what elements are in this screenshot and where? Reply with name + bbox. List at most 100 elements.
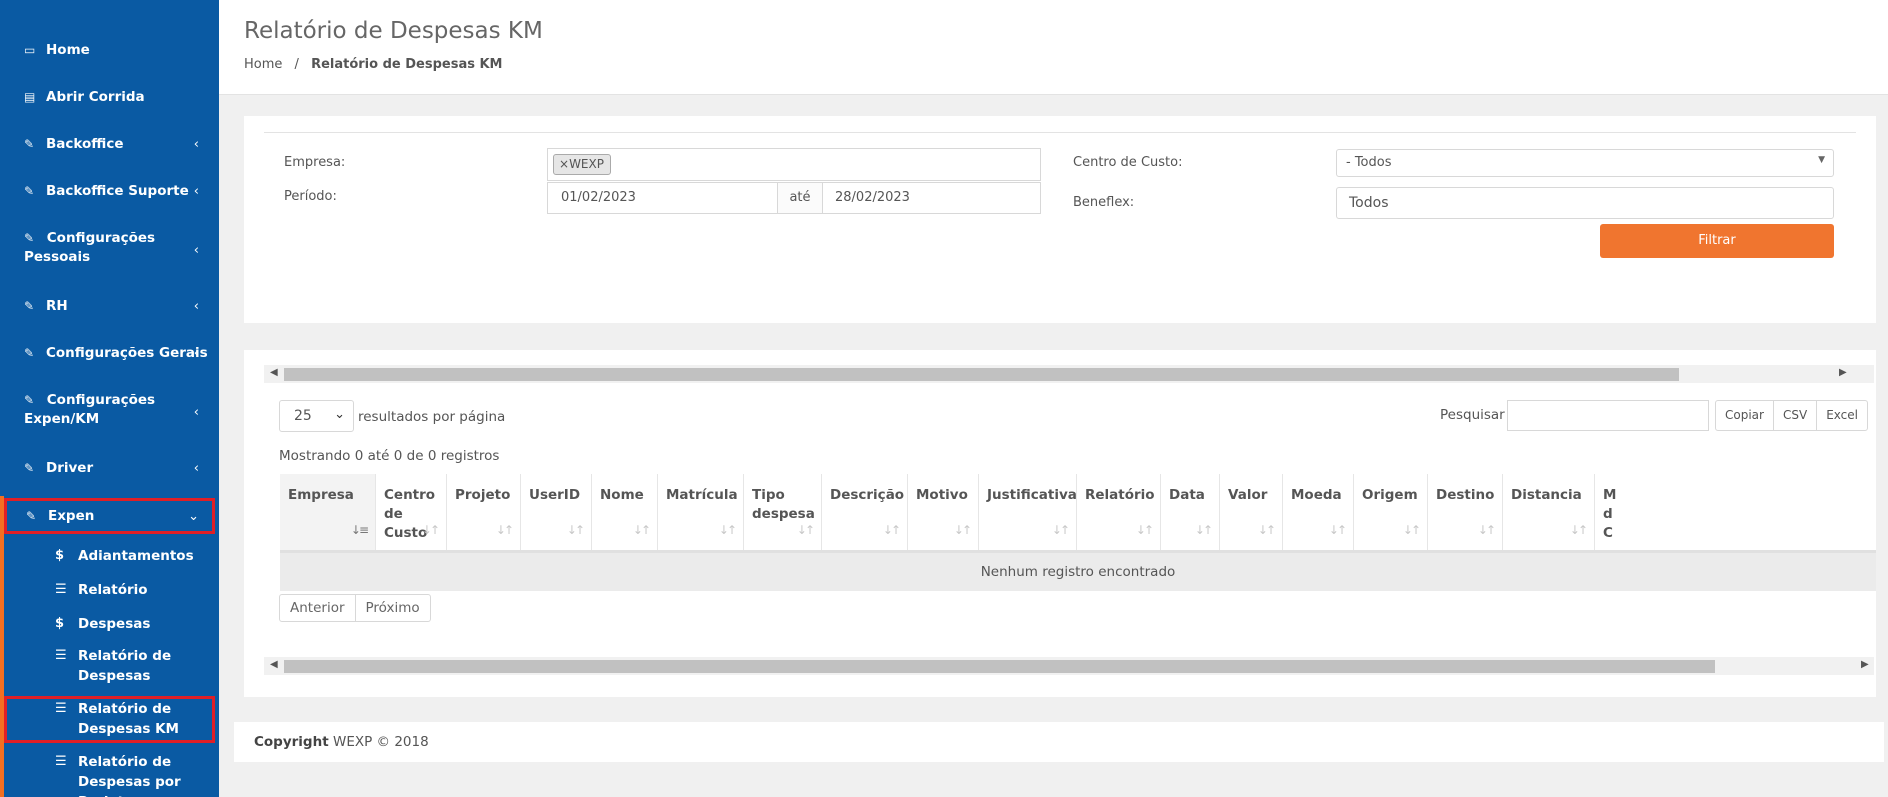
- sidebar-item-configuracoes-expen-km[interactable]: ✎ Configurações Expen/KM ‹: [0, 391, 219, 431]
- sidebar-item-label: Expen: [48, 508, 95, 524]
- scroll-left-icon[interactable]: ◀: [270, 367, 278, 378]
- breadcrumb-separator: /: [294, 57, 299, 72]
- col-header-userid[interactable]: UserID ↓↑: [521, 474, 592, 550]
- col-header-matricula[interactable]: Matrícula ↓↑: [658, 474, 744, 550]
- col-label-line2: despesa: [752, 506, 815, 522]
- sort-icon: ↓↑: [718, 523, 737, 537]
- col-header-distancia[interactable]: Distancia ↓↑: [1503, 474, 1595, 550]
- scrollbar-thumb[interactable]: [284, 368, 1679, 381]
- chevron-left-icon: ‹: [193, 136, 199, 152]
- scroll-right-icon[interactable]: ▶: [1861, 659, 1869, 670]
- breadcrumb: Home / Relatório de Despesas KM: [244, 57, 503, 72]
- sort-icon: ↓↑: [882, 523, 901, 537]
- periodo-start-input[interactable]: 01/02/2023: [547, 182, 778, 214]
- sidebar-item-label: Configurações: [46, 230, 156, 246]
- sidebar-subitem-label: Relatório: [78, 582, 148, 598]
- sidebar-item-label: RH: [46, 298, 68, 314]
- sidebar-item-backoffice[interactable]: ✎ Backoffice ‹: [0, 134, 219, 154]
- periodo-end-input[interactable]: 28/02/2023: [822, 182, 1041, 214]
- sidebar-subitem-relatorio[interactable]: ☰ Relatório: [0, 580, 219, 600]
- col-label-line3: Custo: [384, 525, 428, 541]
- page-size-suffix: resultados por página: [358, 409, 506, 425]
- col-header-motivo[interactable]: Motivo ↓↑: [908, 474, 979, 550]
- sort-icon: ↓↑: [796, 523, 815, 537]
- col-header-partial[interactable]: M d C: [1595, 474, 1655, 550]
- col-header-destino[interactable]: Destino ↓↑: [1428, 474, 1503, 550]
- centro-custo-select[interactable]: - Todos ▼: [1336, 149, 1834, 177]
- sidebar-item-rh[interactable]: ✎ RH ‹: [0, 296, 219, 316]
- col-header-centro-custo[interactable]: Centro de Custo ↓↑: [376, 474, 447, 550]
- col-header-projeto[interactable]: Projeto ↓↑: [447, 474, 521, 550]
- sort-icon: ↓↑: [1569, 523, 1588, 537]
- col-header-relatorio[interactable]: Relatório ↓↑: [1077, 474, 1161, 550]
- sidebar-item-label-line2: Expen/KM: [24, 411, 100, 427]
- empresa-label: Empresa:: [284, 155, 346, 170]
- col-label-line3: C: [1603, 525, 1613, 541]
- excel-button[interactable]: Excel: [1816, 401, 1867, 430]
- col-header-data[interactable]: Data ↓↑: [1161, 474, 1220, 550]
- chevron-left-icon: ‹: [193, 460, 199, 476]
- col-label: Data: [1169, 487, 1205, 503]
- scroll-right-icon[interactable]: ▶: [1839, 367, 1847, 378]
- horizontal-scrollbar-top[interactable]: ◀ ▶: [264, 365, 1874, 383]
- filter-panel: Empresa: ×WEXP Período: 01/02/2023 até 2…: [244, 116, 1876, 323]
- sidebar-item-backoffice-suporte[interactable]: ✎ Backoffice Suporte ‹: [0, 181, 219, 201]
- col-label: Matrícula: [666, 487, 738, 503]
- sidebar-item-configuracoes-gerais[interactable]: ✎ Configurações Gerais ‹: [0, 343, 219, 363]
- col-header-valor[interactable]: Valor ↓↑: [1220, 474, 1283, 550]
- sidebar-subitem-relatorio-despesas[interactable]: ☰ Relatório de Despesas: [0, 646, 219, 686]
- col-label: Justificativa: [987, 487, 1077, 503]
- col-header-moeda[interactable]: Moeda ↓↑: [1283, 474, 1354, 550]
- page-size-select[interactable]: 25 ⌄: [279, 400, 354, 432]
- col-header-tipo-despesa[interactable]: Tipo despesa ↓↑: [744, 474, 822, 550]
- col-label: Nome: [600, 487, 644, 503]
- beneflex-input[interactable]: Todos: [1336, 187, 1834, 219]
- sidebar-subitem-label: Relatório de: [78, 701, 172, 717]
- sidebar-subitem-adiantamentos[interactable]: $ Adiantamentos: [0, 546, 219, 566]
- empresa-multiselect[interactable]: ×WEXP: [547, 148, 1041, 181]
- previous-page-button[interactable]: Anterior: [280, 595, 355, 621]
- sort-icon: ↓↑: [495, 523, 514, 537]
- col-header-origem[interactable]: Origem ↓↑: [1354, 474, 1428, 550]
- sidebar-item-expen[interactable]: ✎ Expen ⌄: [0, 506, 219, 526]
- search-input[interactable]: [1507, 400, 1709, 431]
- sidebar-subitem-despesas[interactable]: $ Despesas: [0, 614, 219, 634]
- sidebar-subitem-relatorio-despesas-km[interactable]: ☰ Relatório de Despesas KM: [0, 699, 219, 739]
- copy-button[interactable]: Copiar: [1716, 401, 1773, 430]
- col-header-nome[interactable]: Nome ↓↑: [592, 474, 658, 550]
- scroll-left-icon[interactable]: ◀: [270, 659, 278, 670]
- horizontal-scrollbar-bottom[interactable]: ◀ ▶: [264, 657, 1874, 675]
- sidebar-item-label: Configurações: [46, 392, 156, 408]
- sidebar-item-abrir-corrida[interactable]: ▤ Abrir Corrida: [0, 87, 219, 107]
- breadcrumb-home-link[interactable]: Home: [244, 57, 282, 72]
- sidebar-item-configuracoes-pessoais[interactable]: ✎ Configurações Pessoais ‹: [0, 229, 219, 269]
- tag-remove-icon[interactable]: ×: [559, 157, 569, 171]
- sidebar-item-driver[interactable]: ✎ Driver ‹: [0, 458, 219, 478]
- sort-icon: ↓↑: [1194, 523, 1213, 537]
- col-header-justificativa[interactable]: Justificativa ↓↑: [979, 474, 1077, 550]
- edit-icon: ✎: [24, 299, 35, 313]
- scrollbar-thumb[interactable]: [284, 660, 1715, 673]
- sort-icon: ↓↑: [1402, 523, 1421, 537]
- sidebar-subitem-label-line2: Despesas KM: [78, 721, 179, 737]
- sidebar-item-label-line2: Pessoais: [24, 249, 91, 265]
- periodo-label: Período:: [284, 189, 337, 204]
- sort-icon: ↓↑: [1257, 523, 1276, 537]
- col-header-empresa[interactable]: Empresa ↓≡: [280, 474, 376, 550]
- breadcrumb-current: Relatório de Despesas KM: [311, 57, 503, 72]
- col-label: Valor: [1228, 487, 1268, 503]
- col-label-line2: d: [1603, 506, 1613, 522]
- next-page-button[interactable]: Próximo: [354, 595, 430, 621]
- filter-button[interactable]: Filtrar: [1600, 224, 1834, 258]
- sidebar-subitem-label: Adiantamentos: [78, 548, 194, 564]
- sidebar-item-label: Backoffice Suporte: [46, 183, 189, 199]
- sidebar-subitem-label: Relatório de: [78, 754, 172, 770]
- empty-table-message: Nenhum registro encontrado: [280, 553, 1876, 591]
- col-header-descricao[interactable]: Descrição ↓↑: [822, 474, 908, 550]
- sidebar-item-home[interactable]: ▭ Home: [0, 40, 219, 60]
- sort-icon: ↓↑: [1477, 523, 1496, 537]
- chevron-down-icon: ⌄: [188, 508, 199, 524]
- sort-icon: ↓≡: [350, 523, 369, 537]
- sidebar-subitem-relatorio-despesas-projeto[interactable]: ☰ Relatório de Despesas por Projeto: [0, 752, 219, 797]
- csv-button[interactable]: CSV: [1772, 401, 1816, 430]
